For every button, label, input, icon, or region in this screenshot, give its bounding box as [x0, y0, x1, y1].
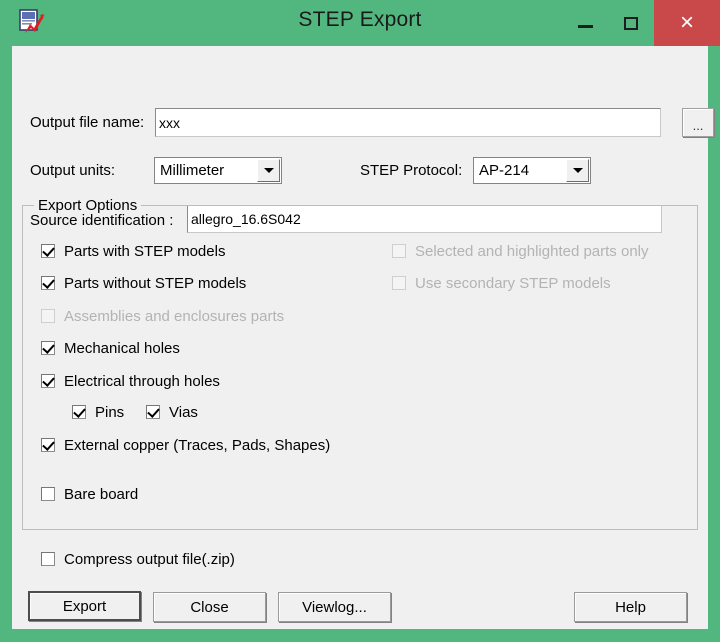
- export-button[interactable]: Export: [28, 591, 141, 621]
- checkbox-label: Electrical through holes: [64, 372, 220, 390]
- checkbox-label: Assemblies and enclosures parts: [64, 307, 285, 325]
- output-units-value: Millimeter: [160, 162, 225, 179]
- checkbox-box[interactable]: [41, 276, 55, 290]
- close-button[interactable]: ×: [654, 0, 720, 46]
- step-protocol-select[interactable]: AP-214: [473, 157, 591, 184]
- output-units-label: Output units:: [30, 162, 116, 179]
- minimize-icon: [577, 25, 593, 28]
- step-protocol-label: STEP Protocol:: [360, 162, 463, 179]
- checkbox-label: Parts without STEP models: [64, 274, 247, 292]
- step-export-window: STEP Export × Output file name: xxx ... …: [0, 0, 720, 642]
- checkbox-assemblies-and-enclosures-parts: Assemblies and enclosures parts: [41, 307, 284, 325]
- checkbox-external-copper[interactable]: External copper (Traces, Pads, Shapes): [41, 436, 330, 454]
- checkbox-box: [41, 309, 55, 323]
- chevron-down-icon[interactable]: [257, 159, 280, 182]
- checkbox-label: Vias: [169, 403, 198, 421]
- output-file-name-label: Output file name:: [30, 114, 145, 131]
- close-dialog-button[interactable]: Close: [153, 592, 266, 622]
- checkbox-pins[interactable]: Pins: [72, 403, 124, 421]
- checkbox-label: Use secondary STEP models: [415, 274, 611, 292]
- checkbox-box[interactable]: [41, 487, 55, 501]
- chevron-down-icon[interactable]: [566, 159, 589, 182]
- checkbox-label: Selected and highlighted parts only: [415, 242, 649, 260]
- maximize-icon: [624, 16, 638, 30]
- output-units-select[interactable]: Millimeter: [154, 157, 282, 184]
- help-button[interactable]: Help: [574, 592, 687, 622]
- checkbox-compress-output-file[interactable]: Compress output file(.zip): [41, 550, 235, 568]
- checkbox-label: Compress output file(.zip): [64, 550, 235, 568]
- checkbox-label: Mechanical holes: [64, 339, 180, 357]
- checkbox-box[interactable]: [41, 244, 55, 258]
- checkbox-parts-with-step-models[interactable]: Parts with STEP models: [41, 242, 225, 260]
- checkbox-box[interactable]: [41, 552, 55, 566]
- checkbox-box: [392, 276, 406, 290]
- step-protocol-value: AP-214: [479, 162, 530, 179]
- checkbox-box[interactable]: [41, 374, 55, 388]
- checkbox-box: [392, 244, 406, 258]
- checkbox-bare-board[interactable]: Bare board: [41, 485, 138, 503]
- maximize-button[interactable]: [608, 0, 654, 46]
- checkbox-mechanical-holes[interactable]: Mechanical holes: [41, 339, 180, 357]
- checkbox-use-secondary-step-models: Use secondary STEP models: [392, 274, 611, 292]
- checkbox-label: Bare board: [64, 485, 139, 503]
- minimize-button[interactable]: [562, 0, 608, 46]
- checkbox-label: External copper (Traces, Pads, Shapes): [64, 436, 331, 454]
- browse-button[interactable]: ...: [682, 108, 714, 137]
- checkbox-label: Parts with STEP models: [64, 242, 226, 260]
- viewlog-button[interactable]: Viewlog...: [278, 592, 391, 622]
- checkbox-vias[interactable]: Vias: [146, 403, 198, 421]
- title-bar[interactable]: STEP Export ×: [0, 0, 720, 46]
- checkbox-box[interactable]: [146, 405, 160, 419]
- export-options-group-title: Export Options: [34, 197, 142, 214]
- checkbox-box[interactable]: [72, 405, 86, 419]
- checkbox-box[interactable]: [41, 341, 55, 355]
- checkbox-electrical-through-holes[interactable]: Electrical through holes: [41, 372, 220, 390]
- output-file-name-input[interactable]: xxx: [155, 108, 661, 137]
- dialog-client-area: Output file name: xxx ... Output units: …: [12, 46, 714, 629]
- checkbox-box[interactable]: [41, 438, 55, 452]
- checkbox-selected-and-highlighted-parts-only: Selected and highlighted parts only: [392, 242, 649, 260]
- checkbox-label: Pins: [95, 403, 125, 421]
- checkbox-parts-without-step-models[interactable]: Parts without STEP models: [41, 274, 246, 292]
- close-icon: ×: [679, 9, 694, 36]
